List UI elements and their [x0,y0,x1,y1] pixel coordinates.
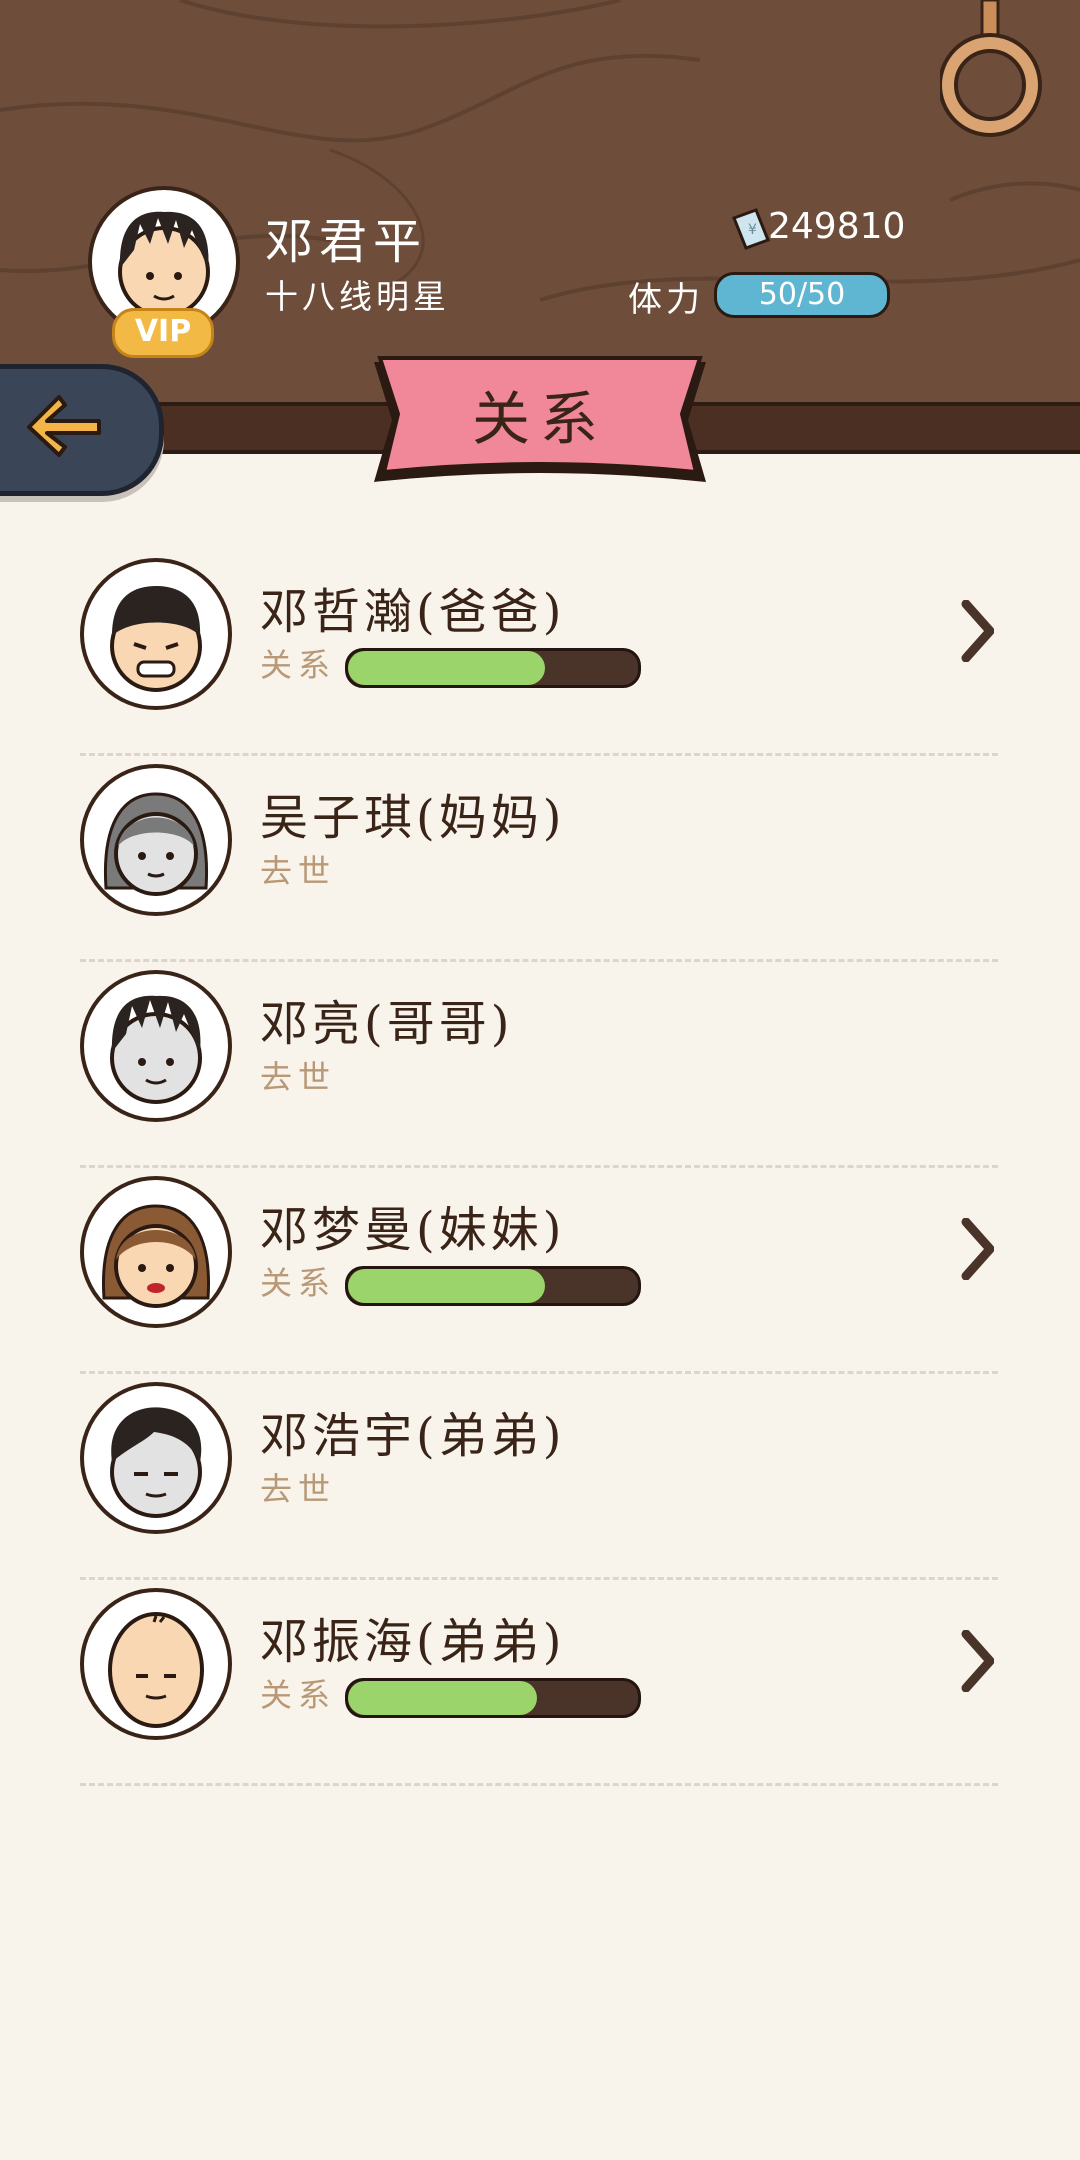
relation-name: 邓梦曼(妹妹) [260,1202,566,1258]
hang-ring-icon [940,0,1042,137]
relation-status: 关系 [260,1676,337,1714]
relation-row[interactable]: 邓梦曼(妹妹) 关系 [80,1168,998,1374]
relation-avatar [80,1382,232,1534]
stamina-bar: 50/50 [714,272,890,318]
row-divider [80,1783,998,1786]
relation-name: 邓振海(弟弟) [260,1614,566,1670]
back-button[interactable] [0,364,164,496]
relation-status: 关系 [260,1264,337,1302]
chevron-right-icon[interactable] [960,1218,994,1280]
page-title-banner: 关系 [366,354,714,488]
relation-status: 去世 [260,1058,337,1096]
relation-status: 去世 [260,852,337,890]
page-title: 关系 [471,385,608,453]
chevron-right-icon[interactable] [960,600,994,662]
relation-status: 关系 [260,646,337,684]
relation-bar-fill [348,1269,546,1303]
mother-face-icon [103,792,209,896]
relation-status: 去世 [260,1470,337,1508]
relation-bar-fill [348,1681,537,1715]
relation-avatar [80,558,232,710]
sister-face-icon [101,1204,211,1308]
relation-row[interactable]: 邓亮(哥哥) 去世 [80,962,998,1168]
older-brother-face-icon [110,995,202,1104]
svg-text:¥: ¥ [748,222,757,238]
father-face-icon [110,586,202,692]
relation-row[interactable]: 邓浩宇(弟弟) 去世 [80,1374,998,1580]
player-rank: 十八线明星 [265,277,450,316]
baby-brother-face-icon [108,1612,204,1728]
relation-bar [345,1678,641,1718]
chevron-right-icon[interactable] [960,1630,994,1692]
relation-avatar [80,764,232,916]
money-value: 249810 [768,206,906,247]
header-wood-panel: VIP 邓君平 十八线明星 ¥ 249810 体力 50/50 [0,0,1080,405]
relation-row[interactable]: 吴子琪(妈妈) 去世 [80,756,998,962]
younger-brother-face-icon [110,1407,202,1518]
relation-row[interactable]: 邓振海(弟弟) 关系 [80,1580,998,1786]
relation-name: 邓浩宇(弟弟) [260,1408,566,1464]
relation-avatar [80,1588,232,1740]
relation-bar [345,1266,641,1306]
vip-badge: VIP [112,308,214,358]
back-arrow-icon [27,395,101,457]
stamina-label: 体力 [628,280,704,320]
player-name: 邓君平 [265,214,428,270]
relation-avatar [80,1176,232,1328]
relation-bar [345,648,641,688]
relation-avatar [80,970,232,1122]
relation-name: 邓亮(哥哥) [260,996,514,1052]
relation-name: 吴子琪(妈妈) [260,790,566,846]
relation-row[interactable]: 邓哲瀚(爸爸) 关系 [80,550,998,756]
stamina-value: 50/50 [758,277,846,312]
relation-name: 邓哲瀚(爸爸) [260,584,566,640]
relation-bar-fill [348,651,546,685]
